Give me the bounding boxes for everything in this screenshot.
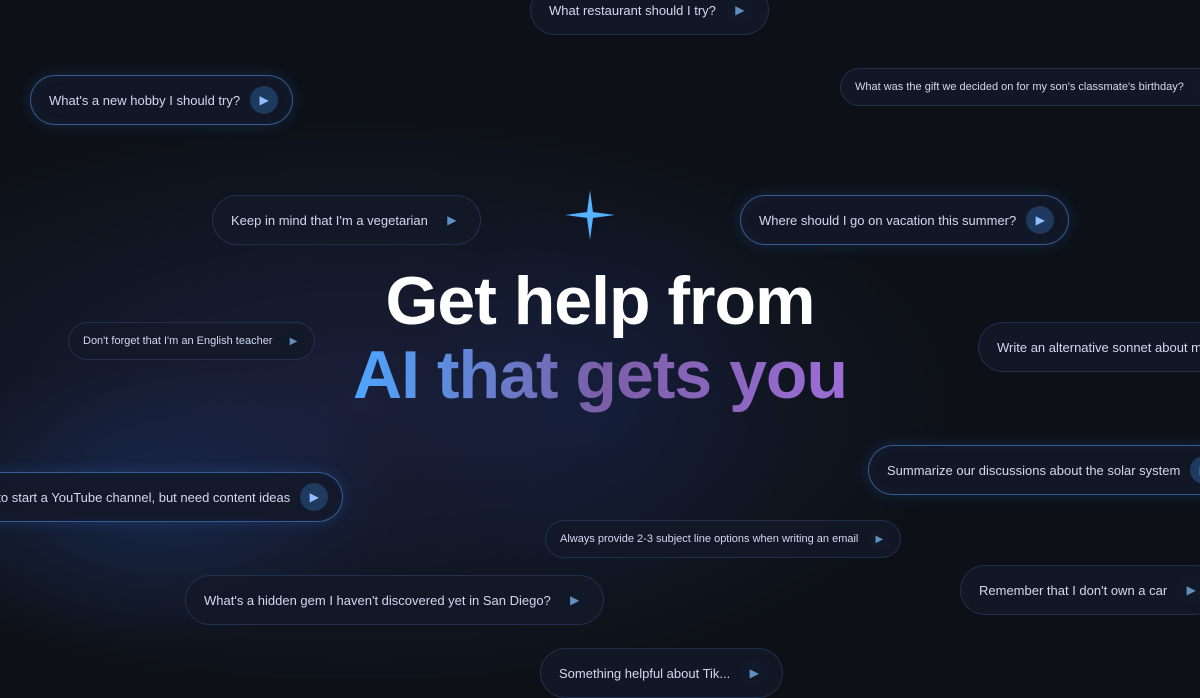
pill-text-san-diego: What's a hidden gem I haven't discovered…	[204, 593, 551, 608]
pill-english-teacher[interactable]: Don't forget that I'm an English teacher…	[68, 322, 315, 360]
pill-text-no-car: Remember that I don't own a car	[979, 583, 1167, 598]
pill-text-restaurant-top: What restaurant should I try?	[549, 3, 716, 18]
pill-arrow-english-teacher[interactable]: ▶	[282, 330, 304, 352]
pill-email-subject[interactable]: Always provide 2-3 subject line options …	[545, 520, 901, 558]
pill-arrow-bottom-partial[interactable]: ▶	[740, 659, 768, 687]
pill-text-english-teacher: Don't forget that I'm an English teacher	[83, 335, 272, 347]
pill-arrow-restaurant-top[interactable]: ▶	[726, 0, 754, 24]
pill-text-vacation: Where should I go on vacation this summe…	[759, 213, 1016, 228]
pill-text-solar-system: Summarize our discussions about the sola…	[887, 463, 1180, 478]
pill-arrow-san-diego[interactable]: ▶	[561, 586, 589, 614]
pill-arrow-birthday-gift[interactable]: ▶	[1194, 76, 1200, 98]
pill-no-car[interactable]: Remember that I don't own a car ▶	[960, 565, 1200, 615]
pill-birthday-gift[interactable]: What was the gift we decided on for my s…	[840, 68, 1200, 106]
pill-text-sonnet: Write an alternative sonnet about me	[997, 340, 1200, 355]
pill-text-birthday-gift: What was the gift we decided on for my s…	[855, 81, 1184, 93]
pill-arrow-email-subject[interactable]: ▶	[868, 528, 890, 550]
pill-text-youtube: I want to start a YouTube channel, but n…	[0, 490, 290, 505]
pill-arrow-no-car[interactable]: ▶	[1177, 576, 1200, 604]
pill-vegetarian[interactable]: Keep in mind that I'm a vegetarian ▶	[212, 195, 481, 245]
pill-arrow-solar-system[interactable]: ▶	[1190, 456, 1200, 484]
pill-text-email-subject: Always provide 2-3 subject line options …	[560, 533, 858, 545]
pill-hobby[interactable]: What's a new hobby I should try? ▶	[30, 75, 293, 125]
pill-arrow-vacation[interactable]: ▶	[1026, 206, 1054, 234]
star-icon	[560, 185, 620, 245]
pill-arrow-hobby[interactable]: ▶	[250, 86, 278, 114]
pill-arrow-youtube[interactable]: ▶	[300, 483, 328, 511]
pill-text-bottom-partial: Something helpful about Tik...	[559, 666, 730, 681]
pill-restaurant-top[interactable]: What restaurant should I try? ▶	[530, 0, 769, 35]
pill-text-vegetarian: Keep in mind that I'm a vegetarian	[231, 213, 428, 228]
pill-san-diego[interactable]: What's a hidden gem I haven't discovered…	[185, 575, 604, 625]
pill-arrow-vegetarian[interactable]: ▶	[438, 206, 466, 234]
pill-vacation[interactable]: Where should I go on vacation this summe…	[740, 195, 1069, 245]
pill-text-hobby: What's a new hobby I should try?	[49, 93, 240, 108]
pill-sonnet[interactable]: Write an alternative sonnet about me▶	[978, 322, 1200, 372]
pill-bottom-partial[interactable]: Something helpful about Tik... ▶	[540, 648, 783, 698]
pill-youtube[interactable]: I want to start a YouTube channel, but n…	[0, 472, 343, 522]
pill-solar-system[interactable]: Summarize our discussions about the sola…	[868, 445, 1200, 495]
